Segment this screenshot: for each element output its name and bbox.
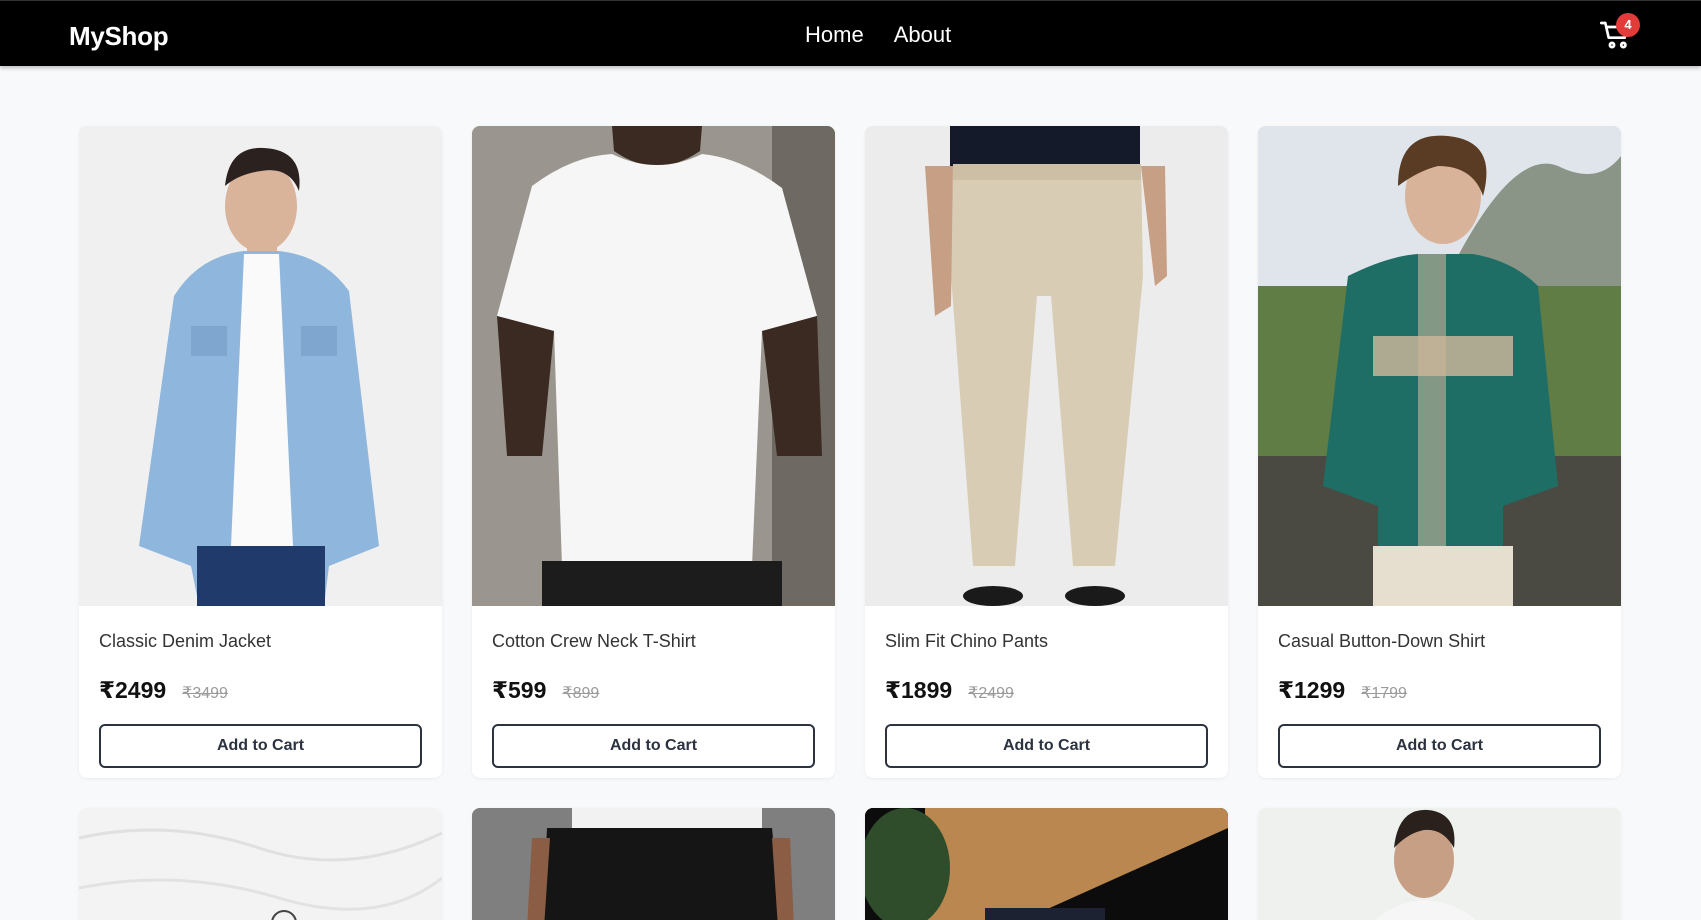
product-old-price: ₹899 [562,685,600,702]
product-image[interactable] [865,808,1228,920]
add-to-cart-button[interactable]: Add to Cart [1278,724,1601,768]
product-old-price: ₹3499 [182,685,228,702]
product-image[interactable] [1258,808,1621,920]
product-card: Casual Button-Down Shirt ₹1299 ₹1799 Add… [1258,126,1621,778]
product-price: ₹1299 [1278,677,1346,703]
cart-button[interactable]: 4 [1597,13,1645,55]
product-card: Slim Fit Chino Pants ₹1899 ₹2499 Add to … [865,126,1228,778]
product-image[interactable] [865,126,1228,606]
product-card [1258,808,1621,920]
product-price: ₹599 [492,677,547,703]
product-price: ₹2499 [99,677,167,703]
product-image[interactable] [79,808,442,920]
nav-links: Home About [805,22,951,48]
product-image[interactable] [1258,126,1621,606]
add-to-cart-button[interactable]: Add to Cart [885,724,1208,768]
product-card [79,808,442,920]
product-image[interactable] [472,126,835,606]
product-grid: Classic Denim Jacket ₹2499 ₹3499 Add to … [79,126,1621,920]
brand-logo[interactable]: MyShop [69,21,169,52]
cart-count-badge: 4 [1616,13,1640,37]
product-price: ₹1899 [885,677,953,703]
product-name[interactable]: Slim Fit Chino Pants [885,631,1208,655]
product-card [472,808,835,920]
product-card: Classic Denim Jacket ₹2499 ₹3499 Add to … [79,126,442,778]
product-card [865,808,1228,920]
nav-home-link[interactable]: Home [805,22,864,48]
product-name[interactable]: Cotton Crew Neck T-Shirt [492,631,815,655]
product-old-price: ₹2499 [968,685,1014,702]
add-to-cart-button[interactable]: Add to Cart [99,724,422,768]
product-old-price: ₹1799 [1361,685,1407,702]
product-image[interactable] [79,126,442,606]
product-name[interactable]: Classic Denim Jacket [99,631,422,655]
product-name[interactable]: Casual Button-Down Shirt [1278,631,1601,655]
navbar: MyShop Home About 4 [0,0,1701,66]
add-to-cart-button[interactable]: Add to Cart [492,724,815,768]
product-card: Cotton Crew Neck T-Shirt ₹599 ₹899 Add t… [472,126,835,778]
nav-about-link[interactable]: About [894,22,952,48]
product-image[interactable] [472,808,835,920]
